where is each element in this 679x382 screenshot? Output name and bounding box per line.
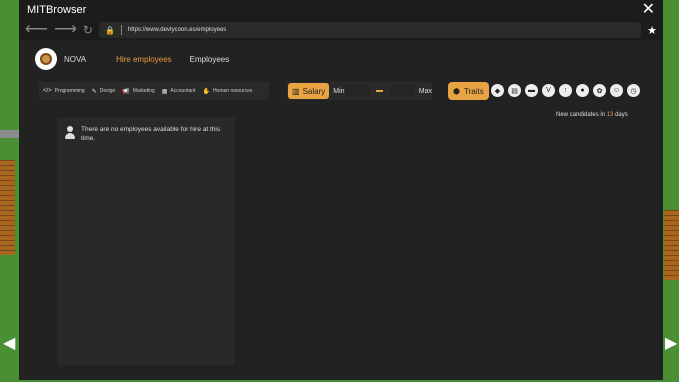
category-design[interactable]: ✎ Design xyxy=(92,88,116,95)
scroll-right-icon[interactable]: ▶ xyxy=(665,336,677,352)
category-accountant[interactable]: ▦ Accountant xyxy=(162,88,196,95)
arrow-left-icon[interactable]: ⟵ xyxy=(25,22,48,38)
url-separator xyxy=(120,25,122,35)
category-label: Human resources xyxy=(212,88,253,94)
empty-state: There are no employees available for hir… xyxy=(57,117,235,151)
candidate-list: There are no employees available for hir… xyxy=(57,117,235,365)
vest-icon[interactable]: V xyxy=(542,84,555,97)
person-icon xyxy=(65,125,75,139)
category-label: Accountant xyxy=(170,88,196,94)
navbar: ⟵ ⟶ ↻ 🔒 https://www.devtycoon.es/employe… xyxy=(19,20,663,40)
page-content: NOVA Hire employees Employees </> Program… xyxy=(19,40,663,380)
company-logo xyxy=(35,48,57,70)
range-dash xyxy=(376,90,384,92)
candidates-suffix: days xyxy=(615,112,628,118)
trait-filters: ◆ ▤ ▬ V ↑ ● ✿ ☺ ◷ xyxy=(491,84,640,97)
close-icon[interactable]: ✕ xyxy=(642,2,655,18)
calculator-icon: ▦ xyxy=(161,88,168,95)
cash-register-icon: ▥ xyxy=(292,86,300,96)
building-left xyxy=(0,160,15,255)
code-icon: </> xyxy=(43,88,52,94)
category-marketing[interactable]: 📢 Marketing xyxy=(122,88,154,95)
tab-employees[interactable]: Employees xyxy=(190,55,230,64)
arrow-right-icon[interactable]: ⟶ xyxy=(54,22,77,38)
salary-label: Salary xyxy=(302,86,326,96)
titlebar: MITBrowser ✕ xyxy=(19,0,663,20)
salary-button[interactable]: ▥ Salary xyxy=(288,83,330,99)
category-filters: </> Programming ✎ Design 📢 Marketing ▦ Accou… xyxy=(39,82,269,100)
brush-icon: ✎ xyxy=(91,88,97,95)
trash-icon[interactable]: ▤ xyxy=(508,84,521,97)
face-icon[interactable]: ☺ xyxy=(610,84,623,97)
star-icon[interactable]: ★ xyxy=(647,24,657,37)
browser-title: MITBrowser xyxy=(27,4,87,16)
candidates-days: 13 xyxy=(606,112,614,118)
page-header: NOVA Hire employees Employees xyxy=(19,40,663,78)
candidates-prefix: New candidates in xyxy=(556,112,606,118)
brain-icon[interactable]: ✿ xyxy=(593,84,606,97)
salary-max-label: Max xyxy=(418,87,433,95)
empty-message: There are no employees available for hir… xyxy=(81,126,221,142)
bread-icon[interactable]: ▬ xyxy=(525,84,538,97)
salary-filter: ▥ Salary Min Max xyxy=(287,82,432,100)
tab-hire-employees[interactable]: Hire employees xyxy=(116,55,172,64)
filter-bar: </> Programming ✎ Design 📢 Marketing ▦ Accou… xyxy=(19,82,663,100)
scroll-left-icon[interactable]: ◀ xyxy=(3,336,15,352)
salary-min-input[interactable] xyxy=(344,85,371,97)
category-label: Marketing xyxy=(132,88,155,94)
megaphone-icon: 📢 xyxy=(122,88,130,95)
new-candidates-info: New candidates in 13 days xyxy=(556,112,628,118)
company-name: NOVA xyxy=(64,54,87,64)
url-bar[interactable]: 🔒 https://www.devtycoon.es/employees xyxy=(98,22,642,38)
browser-window: MITBrowser ✕ ⟵ ⟶ ↻ 🔒 https://www.devtyco… xyxy=(19,0,663,380)
badge-icon: ⬢ xyxy=(453,86,460,96)
traits-button[interactable]: ⬢ Traits xyxy=(448,82,489,100)
salary-min-label: Min xyxy=(333,87,345,95)
salary-max-input[interactable] xyxy=(389,85,415,97)
traits-label: Traits xyxy=(463,86,484,96)
category-label: Design xyxy=(99,88,116,94)
url-text: https://www.devtycoon.es/employees xyxy=(127,27,227,33)
handshake-icon: ✋ xyxy=(202,88,210,95)
shield-icon[interactable]: ◆ xyxy=(491,84,504,97)
clock-icon[interactable]: ◷ xyxy=(627,84,640,97)
chart-icon[interactable]: ↑ xyxy=(559,84,572,97)
building-right xyxy=(664,210,679,280)
cookie-icon[interactable]: ● xyxy=(576,84,589,97)
category-label: Programming xyxy=(54,88,85,94)
category-programming[interactable]: </> Programming xyxy=(43,88,85,94)
lock-icon: 🔒 xyxy=(104,25,115,35)
road xyxy=(0,130,19,138)
category-human-resources[interactable]: ✋ Human resources xyxy=(202,88,252,95)
reload-icon[interactable]: ↻ xyxy=(83,23,93,37)
